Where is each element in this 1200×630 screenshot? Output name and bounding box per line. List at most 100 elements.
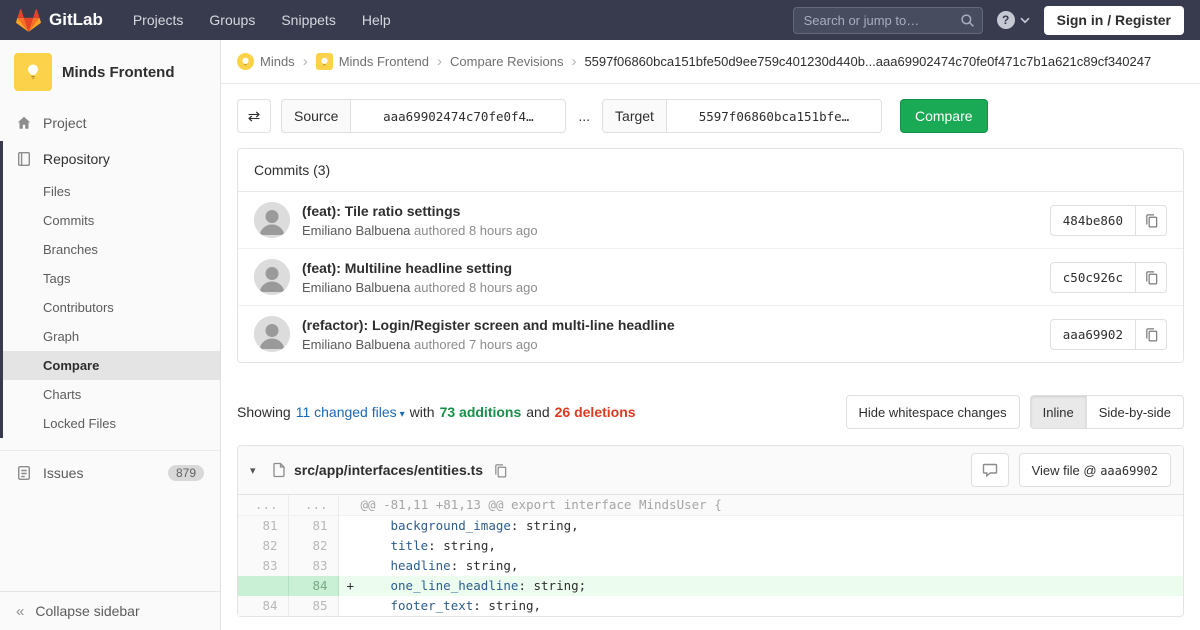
code-token-rest: : string, xyxy=(451,558,519,573)
deletions-count: 26 deletions xyxy=(555,404,636,420)
caret-down-icon: ▾ xyxy=(400,409,405,420)
code-token-name: footer_text xyxy=(391,598,474,613)
sidebar-item-label: Repository xyxy=(43,151,110,167)
breadcrumb-current: 5597f06860bca151bfe50d9ee759c401230d440b… xyxy=(584,54,1151,69)
breadcrumb-project-link[interactable]: Minds Frontend xyxy=(339,54,429,69)
new-line-number[interactable]: 84 xyxy=(288,576,338,596)
file-path-link[interactable]: src/app/interfaces/entities.ts xyxy=(294,462,483,478)
sidebar-item-locked-files[interactable]: Locked Files xyxy=(3,409,220,438)
copy-file-path-button[interactable] xyxy=(491,461,510,480)
code-token-name: one_line_headline xyxy=(391,578,519,593)
sidebar-item-tags[interactable]: Tags xyxy=(3,264,220,293)
copy-sha-button[interactable] xyxy=(1136,262,1167,293)
code-line: title: string, xyxy=(338,536,1183,556)
side-by-side-view-button[interactable]: Side-by-side xyxy=(1087,395,1184,429)
sidebar-item-repository[interactable]: Repository xyxy=(3,141,220,177)
view-file-button[interactable]: View file @ aaa69902 xyxy=(1019,453,1171,487)
copy-sha-button[interactable] xyxy=(1136,205,1167,236)
project-name: Minds Frontend xyxy=(62,64,175,81)
sidebar-item-issues[interactable]: Issues 879 xyxy=(0,455,220,491)
diff-summary-bar: Showing 11 changed files▾ with 73 additi… xyxy=(237,395,1184,429)
new-line-number[interactable]: 81 xyxy=(288,516,338,537)
commit-row: (feat): Tile ratio settings Emiliano Bal… xyxy=(238,192,1183,249)
nav-groups[interactable]: Groups xyxy=(199,7,265,33)
sidebar-item-branches[interactable]: Branches xyxy=(3,235,220,264)
hunk-header-text: @@ -81,11 +81,13 @@ export interface Min… xyxy=(338,495,1183,516)
copy-sha-button[interactable] xyxy=(1136,319,1167,350)
new-line-number[interactable]: 85 xyxy=(288,596,338,616)
issues-icon xyxy=(16,465,32,481)
nav-snippets[interactable]: Snippets xyxy=(271,7,345,33)
changed-files-dropdown[interactable]: 11 changed files▾ xyxy=(296,404,405,420)
swap-icon: ⇄ xyxy=(248,107,261,125)
old-line-number[interactable] xyxy=(238,576,288,596)
author-avatar[interactable] xyxy=(254,316,290,352)
breadcrumb-separator: › xyxy=(571,54,576,69)
gitlab-home-link[interactable]: GitLab xyxy=(16,8,103,32)
sidebar-section-repository: Repository Files Commits Branches Tags C… xyxy=(0,141,220,438)
sidebar-item-project[interactable]: Project xyxy=(0,105,220,141)
old-line-number[interactable]: 84 xyxy=(238,596,288,616)
breadcrumb-group-link[interactable]: Minds xyxy=(260,54,295,69)
diff-line: 82 82 title: string, xyxy=(238,536,1183,556)
search-icon[interactable] xyxy=(960,13,975,28)
sidebar-item-compare[interactable]: Compare xyxy=(3,351,220,380)
breadcrumb-separator: › xyxy=(303,54,308,69)
hide-whitespace-button[interactable]: Hide whitespace changes xyxy=(846,395,1020,429)
collapse-sidebar-label: Collapse sidebar xyxy=(35,603,139,619)
help-dropdown[interactable]: ? xyxy=(997,11,1030,29)
new-line-number[interactable]: 83 xyxy=(288,556,338,576)
old-line-number: ... xyxy=(238,495,288,516)
project-header[interactable]: Minds Frontend xyxy=(0,40,220,101)
sidebar-item-contributors[interactable]: Contributors xyxy=(3,293,220,322)
author-avatar[interactable] xyxy=(254,259,290,295)
breadcrumb-separator: › xyxy=(437,54,442,69)
revision-range-dots: ... xyxy=(578,108,590,124)
commit-sha: aaa69902 xyxy=(1050,319,1136,350)
breadcrumb-compare-link[interactable]: Compare Revisions xyxy=(450,54,563,69)
sidebar-item-files[interactable]: Files xyxy=(3,177,220,206)
inline-view-button[interactable]: Inline xyxy=(1030,395,1087,429)
commit-author-link[interactable]: Emiliano Balbuena xyxy=(302,280,410,295)
commit-title-link[interactable]: (feat): Multiline headline setting xyxy=(302,260,538,276)
breadcrumb: Minds › Minds Frontend › Compare Revisio… xyxy=(221,40,1200,84)
and-label: and xyxy=(526,404,549,420)
author-avatar[interactable] xyxy=(254,202,290,238)
code-token-rest: : string, xyxy=(473,598,541,613)
file-icon xyxy=(272,462,286,478)
swap-revisions-button[interactable]: ⇄ xyxy=(237,99,271,133)
new-line-number[interactable]: 82 xyxy=(288,536,338,556)
nav-help[interactable]: Help xyxy=(352,7,401,33)
sidebar-item-charts[interactable]: Charts xyxy=(3,380,220,409)
code-line: background_image: string, xyxy=(338,516,1183,537)
commit-author-link[interactable]: Emiliano Balbuena xyxy=(302,337,410,352)
commit-title-link[interactable]: (feat): Tile ratio settings xyxy=(302,203,538,219)
sidebar-item-commits[interactable]: Commits xyxy=(3,206,220,235)
sidebar-issues-section: Issues 879 xyxy=(0,450,220,491)
source-revision-input[interactable] xyxy=(350,99,566,133)
collapse-diff-icon[interactable]: ▾ xyxy=(250,464,264,477)
old-line-number[interactable]: 82 xyxy=(238,536,288,556)
old-line-number[interactable]: 81 xyxy=(238,516,288,537)
target-revision-input[interactable] xyxy=(666,99,882,133)
global-search xyxy=(793,7,983,34)
sign-in-button[interactable]: Sign in / Register xyxy=(1044,6,1184,35)
old-line-number[interactable]: 83 xyxy=(238,556,288,576)
commit-row: (refactor): Login/Register screen and mu… xyxy=(238,306,1183,362)
search-input[interactable] xyxy=(793,7,983,34)
chevron-down-icon xyxy=(1020,17,1030,24)
sidebar-item-graph[interactable]: Graph xyxy=(3,322,220,351)
code-token-name: headline xyxy=(391,558,451,573)
diff-line-added: 84 +one_line_headline: string; xyxy=(238,576,1183,596)
nav-projects[interactable]: Projects xyxy=(123,7,194,33)
code-token-name: background_image xyxy=(391,518,511,533)
source-label: Source xyxy=(281,99,350,133)
collapse-sidebar-button[interactable]: « Collapse sidebar xyxy=(0,591,220,630)
commit-title-link[interactable]: (refactor): Login/Register screen and mu… xyxy=(302,317,675,333)
compare-button[interactable]: Compare xyxy=(900,99,988,133)
comment-button[interactable] xyxy=(971,453,1009,487)
commit-time: authored 8 hours ago xyxy=(414,280,538,295)
commit-author-link[interactable]: Emiliano Balbuena xyxy=(302,223,410,238)
with-label: with xyxy=(410,404,435,420)
diff-sign-plus: + xyxy=(347,576,361,596)
